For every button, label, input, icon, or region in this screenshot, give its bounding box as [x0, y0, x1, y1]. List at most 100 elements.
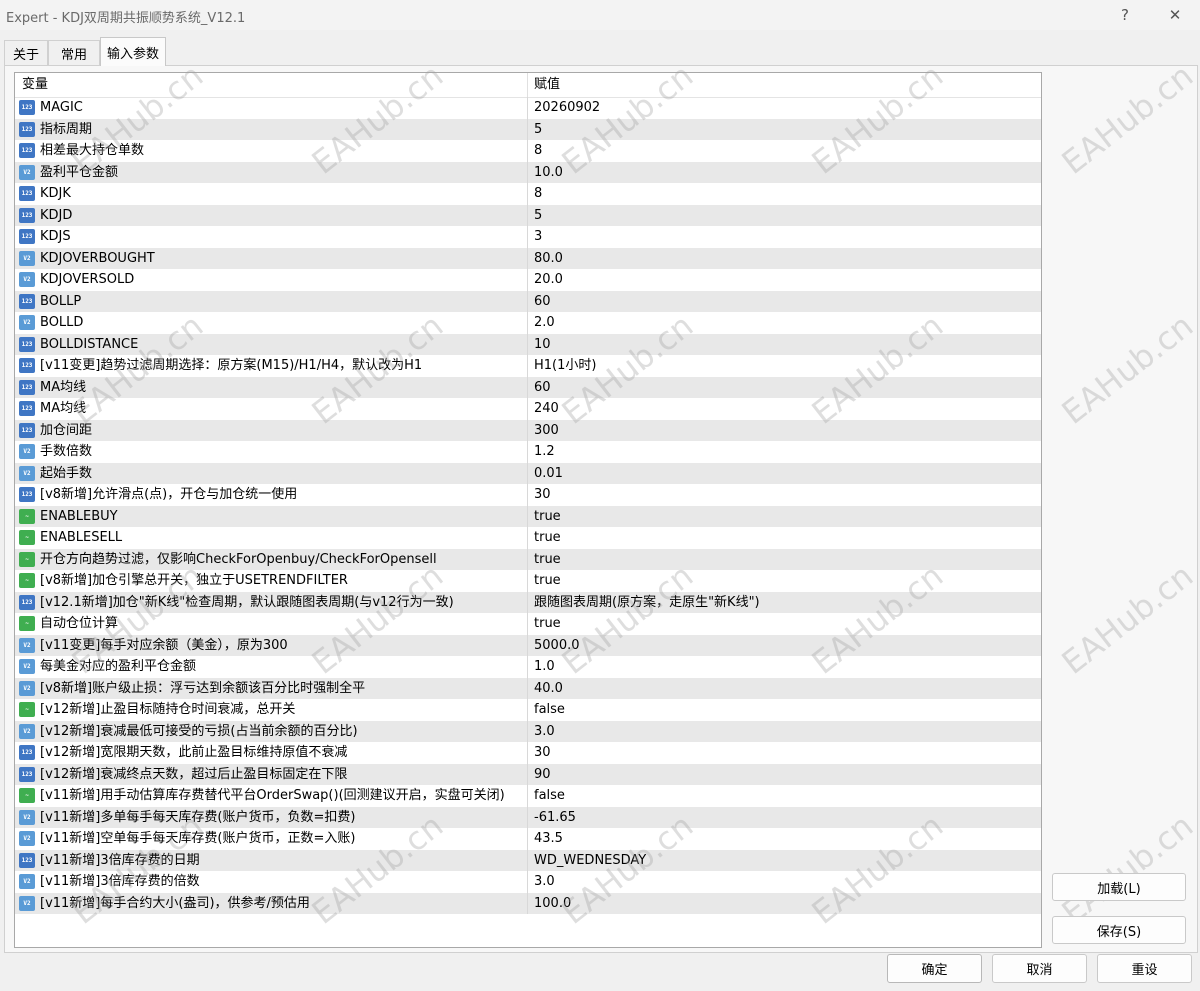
variable-value[interactable]: 100.0 — [534, 893, 571, 915]
table-row[interactable]: V2 [v11新增]空单每手每天库存费(账户货币，正数=入账) 43.5 — [15, 828, 1041, 850]
variable-value[interactable]: 40.0 — [534, 678, 563, 700]
table-row[interactable]: 123 [v12.1新增]加仓"新K线"检查周期，默认跟随图表周期(与v12行为一… — [15, 591, 1041, 614]
table-row[interactable]: 123 [v12新增]衰减终点天数，超过后止盈目标固定在下限 90 — [15, 763, 1041, 786]
table-row[interactable]: V2 手数倍数 1.2 — [15, 441, 1041, 463]
table-row[interactable]: ~ [v11新增]用手动估算库存费替代平台OrderSwap()(回测建议开启，实… — [15, 785, 1041, 807]
variable-value[interactable]: 0.01 — [534, 463, 563, 485]
variable-name: [v11新增]多单每手每天库存费(账户货币，负数=扣费) — [40, 809, 356, 825]
table-row[interactable]: V2 每美金对应的盈利平仓金额 1.0 — [15, 656, 1041, 678]
variable-value[interactable]: 10 — [534, 334, 551, 356]
variable-value[interactable]: 60 — [534, 291, 551, 313]
tab-about[interactable]: 关于 — [4, 40, 48, 65]
tab-common[interactable]: 常用 — [48, 40, 100, 65]
variable-value[interactable]: false — [534, 699, 565, 721]
variable-value[interactable]: true — [534, 506, 561, 528]
variable-value[interactable]: true — [534, 549, 561, 571]
variable-name: [v12新增]止盈目标随持仓时间衰减，总开关 — [40, 702, 296, 717]
bool-type-icon: ~ — [19, 573, 35, 588]
variable-value[interactable]: 跟随图表周期(原方案，走原生"新K线") — [534, 592, 760, 614]
table-row[interactable]: V2 [v8新增]账户级止损：浮亏达到余额该百分比时强制全平 40.0 — [15, 677, 1041, 700]
tab-inputs[interactable]: 输入参数 — [100, 37, 166, 66]
variable-value[interactable]: 30 — [534, 484, 551, 506]
help-icon[interactable]: ? — [1102, 0, 1148, 30]
close-icon[interactable]: ✕ — [1152, 0, 1198, 30]
table-row[interactable]: V2 BOLLD 2.0 — [15, 312, 1041, 334]
table-row[interactable]: 123 BOLLP 60 — [15, 290, 1041, 313]
variable-value[interactable]: 2.0 — [534, 312, 555, 334]
variable-value[interactable]: false — [534, 785, 565, 807]
table-row[interactable]: 123 [v11新增]3倍库存费的日期 WD_WEDNESDAY — [15, 849, 1041, 872]
ok-button[interactable]: 确定 — [887, 954, 982, 983]
table-row[interactable]: V2 [v12新增]衰减最低可接受的亏损(占当前余额的百分比) 3.0 — [15, 720, 1041, 743]
table-row[interactable]: 123 MA均线 60 — [15, 376, 1041, 399]
variable-value[interactable]: 300 — [534, 420, 559, 442]
header-variable[interactable]: 变量 — [22, 73, 48, 97]
table-row[interactable]: ~ [v12新增]止盈目标随持仓时间衰减，总开关 false — [15, 699, 1041, 721]
variable-value[interactable]: true — [534, 527, 561, 549]
variable-value[interactable]: 60 — [534, 377, 551, 399]
table-row[interactable]: 123 MAGIC 20260902 — [15, 97, 1041, 119]
variable-value[interactable]: 10.0 — [534, 162, 563, 184]
variable-value[interactable]: -61.65 — [534, 807, 576, 829]
variable-value[interactable]: 30 — [534, 742, 551, 764]
variable-value[interactable]: 5000.0 — [534, 635, 580, 657]
table-row[interactable]: 123 相差最大持仓单数 8 — [15, 140, 1041, 162]
table-row[interactable]: V2 [v11新增]每手合约大小(盎司)，供参考/预估用 100.0 — [15, 892, 1041, 915]
variable-value[interactable]: WD_WEDNESDAY — [534, 850, 646, 872]
table-row[interactable]: 123 MA均线 240 — [15, 398, 1041, 420]
header-value[interactable]: 赋值 — [534, 73, 560, 97]
variable-value[interactable]: 8 — [534, 183, 542, 205]
table-row[interactable]: V2 [v11新增]3倍库存费的倍数 3.0 — [15, 871, 1041, 893]
table-row[interactable]: 123 KDJK 8 — [15, 183, 1041, 205]
save-button[interactable]: 保存(S) — [1052, 916, 1186, 944]
table-row[interactable]: ~ ENABLESELL true — [15, 527, 1041, 549]
variable-value[interactable]: 5 — [534, 119, 542, 141]
load-button[interactable]: 加载(L) — [1052, 873, 1186, 901]
variable-value[interactable]: 20260902 — [534, 97, 600, 119]
variable-value[interactable]: 5 — [534, 205, 542, 227]
variable-value[interactable]: 20.0 — [534, 269, 563, 291]
variable-cell: 123 [v11新增]3倍库存费的日期 — [15, 849, 528, 871]
table-row[interactable]: 123 BOLLDISTANCE 10 — [15, 333, 1041, 356]
variable-value[interactable]: true — [534, 570, 561, 592]
table-row[interactable]: V2 起始手数 0.01 — [15, 462, 1041, 485]
table-row[interactable]: 123 指标周期 5 — [15, 118, 1041, 141]
variable-value[interactable]: 43.5 — [534, 828, 563, 850]
variable-name: KDJOVERSOLD — [40, 272, 135, 287]
double-type-icon: V2 — [19, 680, 35, 696]
header-divider[interactable] — [527, 73, 528, 97]
variable-value[interactable]: 90 — [534, 764, 551, 786]
variable-value[interactable]: 8 — [534, 140, 542, 162]
table-row[interactable]: 123 [v11变更]趋势过滤周期选择：原方案(M15)/H1/H4，默认改为H1… — [15, 355, 1041, 377]
table-row[interactable]: ~ ENABLEBUY true — [15, 505, 1041, 528]
variable-name: [v12.1新增]加仓"新K线"检查周期，默认跟随图表周期(与v12行为一致) — [40, 594, 454, 610]
variable-name: [v8新增]允许滑点(点)，开仓与加仓统一使用 — [40, 487, 298, 502]
reset-button[interactable]: 重设 — [1097, 954, 1192, 983]
variable-value[interactable]: true — [534, 613, 561, 635]
variable-value[interactable]: 1.0 — [534, 656, 555, 678]
variable-name: BOLLD — [40, 315, 84, 330]
table-row[interactable]: ~ [v8新增]加仓引擎总开关，独立于USETRENDFILTER true — [15, 570, 1041, 592]
variable-name: BOLLDISTANCE — [40, 336, 139, 352]
cancel-button[interactable]: 取消 — [992, 954, 1087, 983]
variable-value[interactable]: 240 — [534, 398, 559, 420]
table-row[interactable]: 123 [v8新增]允许滑点(点)，开仓与加仓统一使用 30 — [15, 484, 1041, 506]
table-row[interactable]: V2 盈利平仓金额 10.0 — [15, 161, 1041, 184]
variable-value[interactable]: H1(1小时) — [534, 355, 596, 377]
table-row[interactable]: ~ 开仓方向趋势过滤，仅影响CheckForOpenbuy/CheckForOpe… — [15, 548, 1041, 571]
variable-value[interactable]: 80.0 — [534, 248, 563, 270]
table-row[interactable]: 123 KDJS 3 — [15, 226, 1041, 248]
table-row[interactable]: V2 KDJOVERBOUGHT 80.0 — [15, 247, 1041, 270]
table-row[interactable]: ~ 自动仓位计算 true — [15, 613, 1041, 635]
bool-type-icon: ~ — [19, 508, 35, 524]
table-row[interactable]: 123 加仓间距 300 — [15, 419, 1041, 442]
table-row[interactable]: V2 KDJOVERSOLD 20.0 — [15, 269, 1041, 291]
table-row[interactable]: V2 [v11变更]每手对应余额（美金），原为300 5000.0 — [15, 634, 1041, 657]
variable-value[interactable]: 1.2 — [534, 441, 555, 463]
table-row[interactable]: V2 [v11新增]多单每手每天库存费(账户货币，负数=扣费) -61.65 — [15, 806, 1041, 829]
table-row[interactable]: 123 [v12新增]宽限期天数，此前止盈目标维持原值不衰减 30 — [15, 742, 1041, 764]
variable-value[interactable]: 3 — [534, 226, 542, 248]
variable-value[interactable]: 3.0 — [534, 871, 555, 893]
variable-value[interactable]: 3.0 — [534, 721, 555, 743]
table-row[interactable]: 123 KDJD 5 — [15, 204, 1041, 227]
